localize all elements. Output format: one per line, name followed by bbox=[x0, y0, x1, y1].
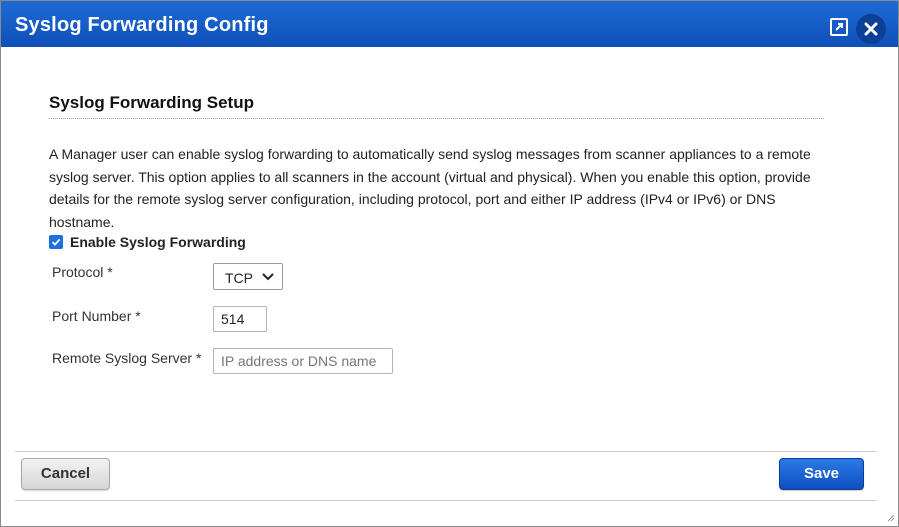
protocol-selected-value: TCP bbox=[225, 270, 253, 286]
save-button[interactable]: Save bbox=[779, 458, 864, 490]
section-heading: Syslog Forwarding Setup bbox=[49, 93, 254, 112]
section-divider bbox=[49, 118, 824, 119]
cancel-button[interactable]: Cancel bbox=[21, 458, 110, 490]
protocol-select[interactable]: TCP bbox=[213, 263, 283, 290]
syslog-config-dialog: Syslog Forwarding Config Syslog Forwardi… bbox=[0, 0, 899, 527]
protocol-label: Protocol * bbox=[52, 264, 113, 280]
remote-server-label: Remote Syslog Server * bbox=[52, 350, 202, 366]
port-number-input[interactable] bbox=[213, 306, 267, 332]
remote-server-input[interactable] bbox=[213, 348, 393, 374]
checkmark-icon bbox=[51, 238, 61, 246]
popout-icon[interactable] bbox=[830, 18, 848, 36]
chevron-down-icon bbox=[262, 273, 274, 281]
resize-grip-icon[interactable] bbox=[887, 514, 895, 522]
footer-divider-bottom bbox=[15, 500, 876, 501]
description-text: A Manager user can enable syslog forward… bbox=[49, 146, 811, 230]
close-icon[interactable] bbox=[856, 14, 886, 44]
enable-syslog-label: Enable Syslog Forwarding bbox=[70, 234, 246, 250]
port-label: Port Number * bbox=[52, 308, 141, 324]
footer-divider-top bbox=[15, 451, 876, 452]
enable-syslog-checkbox[interactable] bbox=[49, 235, 63, 249]
dialog-title: Syslog Forwarding Config bbox=[15, 14, 269, 36]
dialog-titlebar: Syslog Forwarding Config bbox=[1, 1, 898, 47]
